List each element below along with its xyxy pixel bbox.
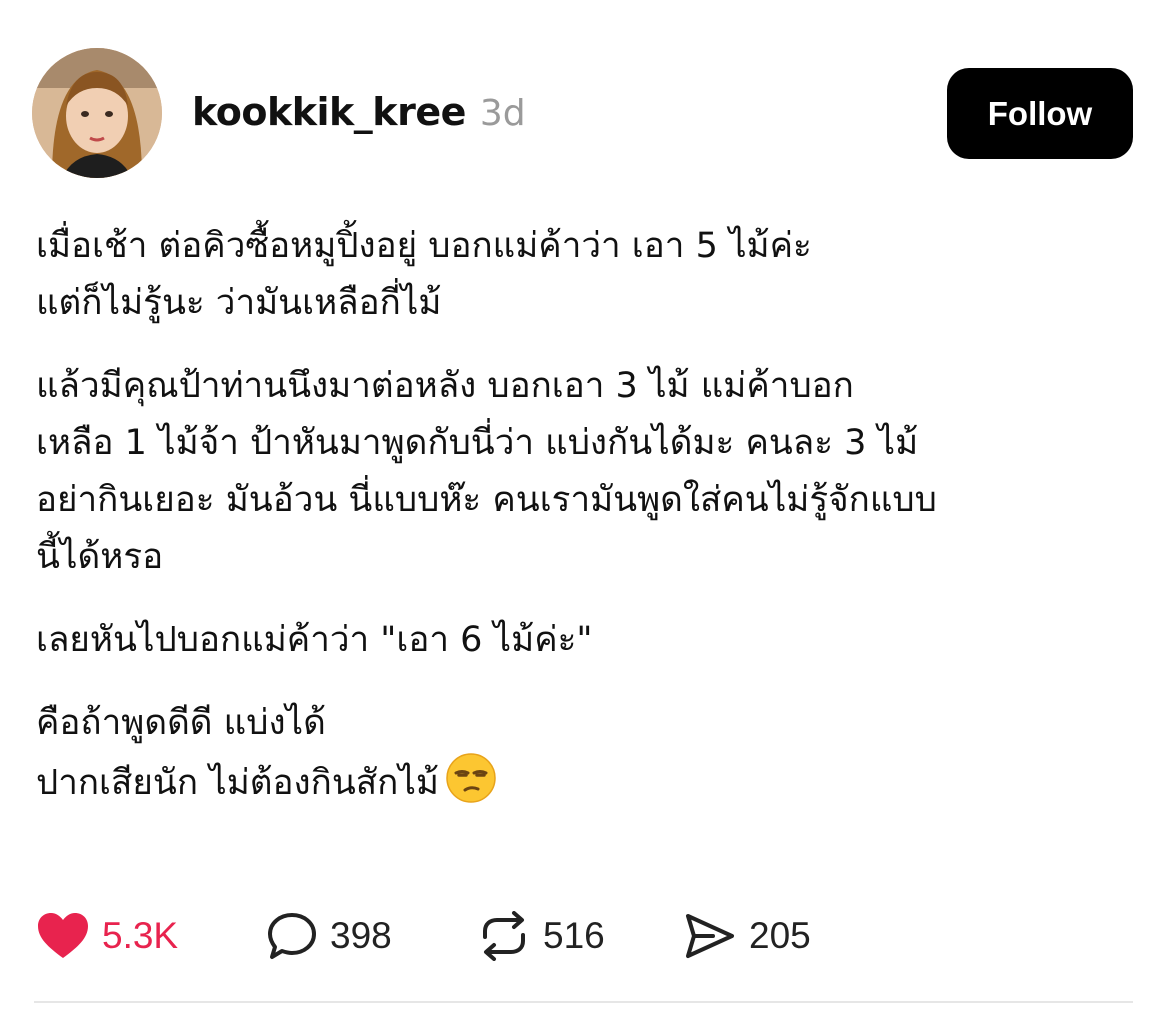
- text-line: เหลือ 1 ไม้จ้า ป้าหันมาพูดกับนี่ว่า แบ่ง…: [36, 423, 919, 463]
- text-line: ปากเสียนัก ไม่ต้องกินสักไม้: [36, 763, 439, 803]
- text-line-with-emoji: ปากเสียนัก ไม่ต้องกินสักไม้: [36, 752, 1146, 812]
- repost-icon: [477, 911, 531, 961]
- comment-count: 398: [330, 915, 392, 956]
- thread-post: kookkik_kree 3d Follow เมื่อเช้า ต่อคิวซ…: [0, 0, 1169, 1009]
- repost-button[interactable]: 516: [477, 906, 683, 966]
- action-bar: 5.3K 398 516 205: [36, 906, 936, 966]
- comment-button[interactable]: 398: [266, 906, 477, 966]
- paragraph: คือถ้าพูดดีดี แบ่งได้ ปากเสียนัก ไม่ต้อง…: [36, 695, 1146, 812]
- text-line: แต่ก็ไม่รู้นะ ว่ามันเหลือกี่ไม้: [36, 283, 442, 323]
- paragraph: เลยหันไปบอกแม่ค้าว่า "เอา 6 ไม้ค่ะ": [36, 612, 1146, 669]
- username[interactable]: kookkik_kree: [192, 90, 466, 134]
- like-count: 5.3K: [102, 915, 179, 956]
- text-line: นี้ได้หรอ: [36, 537, 164, 577]
- text-line: คือถ้าพูดดีดี แบ่งได้: [36, 703, 326, 743]
- paragraph: แล้วมีคุณป้าท่านนึงมาต่อหลัง บอกเอา 3 ไม…: [36, 358, 1146, 586]
- paragraph: เมื่อเช้า ต่อคิวซื้อหมูปิ้งอยู่ บอกแม่ค้…: [36, 218, 1146, 332]
- unamused-face-emoji-icon: [445, 752, 497, 804]
- share-button[interactable]: 205: [683, 906, 811, 966]
- follow-button[interactable]: Follow: [947, 68, 1133, 159]
- post-header: kookkik_kree 3d: [192, 90, 526, 140]
- text-line: เมื่อเช้า ต่อคิวซื้อหมูปิ้งอยู่ บอกแม่ค้…: [36, 226, 812, 266]
- heart-icon: [36, 911, 90, 961]
- text-line: เลยหันไปบอกแม่ค้าว่า "เอา 6 ไม้ค่ะ": [36, 620, 593, 660]
- text-line: แล้วมีคุณป้าท่านนึงมาต่อหลัง บอกเอา 3 ไม…: [36, 366, 854, 406]
- divider: [34, 1001, 1133, 1003]
- avatar[interactable]: [32, 48, 162, 178]
- comment-icon: [266, 911, 318, 961]
- text-line: อย่ากินเยอะ มันอ้วน นี่แบบห๊ะ คนเรามันพู…: [36, 480, 937, 520]
- timestamp: 3d: [479, 93, 526, 134]
- post-text: เมื่อเช้า ต่อคิวซื้อหมูปิ้งอยู่ บอกแม่ค้…: [36, 218, 1146, 838]
- send-icon: [683, 911, 737, 961]
- repost-count: 516: [543, 915, 605, 956]
- like-button[interactable]: 5.3K: [36, 906, 266, 966]
- share-count: 205: [749, 915, 811, 956]
